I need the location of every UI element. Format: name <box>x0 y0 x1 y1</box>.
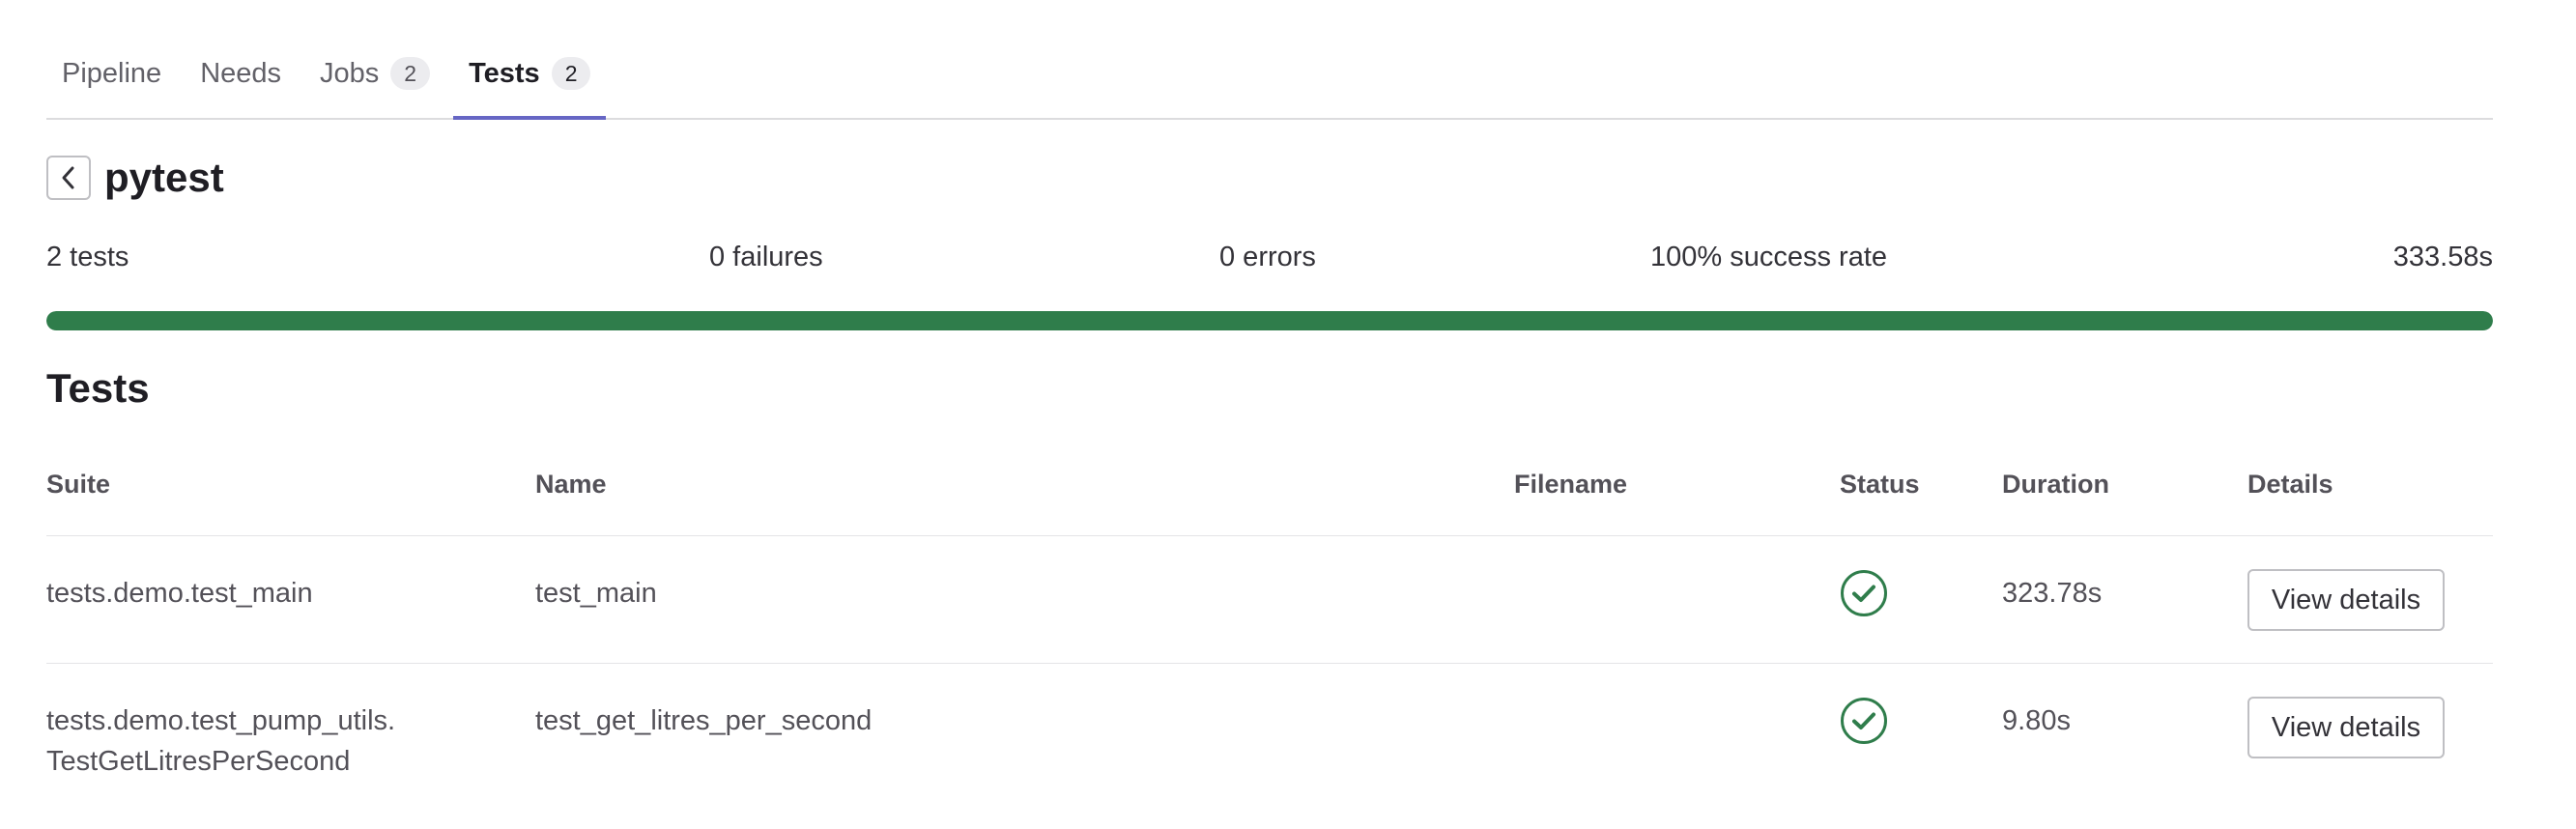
tab-label: Pipeline <box>62 57 162 89</box>
suite-text: tests.demo.test_pump_utils. <box>46 705 396 736</box>
suite-text: tests.demo.test_main <box>46 578 313 609</box>
view-details-button[interactable]: View details <box>2247 697 2445 758</box>
summary-tests-count: 2 tests <box>46 242 129 272</box>
summary-errors: 0 errors <box>1219 242 1316 272</box>
suite-cell: tests.demo.test_pump_utils. TestGetLitre… <box>46 700 395 782</box>
duration-cell: 9.80s <box>2002 705 2071 736</box>
column-header-duration: Duration <box>2002 470 2109 499</box>
tab-jobs[interactable]: Jobs 2 <box>304 29 445 118</box>
table-row: tests.demo.test_main test_main 323.78s V… <box>46 536 2493 664</box>
check-circle-icon <box>1841 570 1887 616</box>
tab-label: Jobs <box>320 57 380 89</box>
test-summary: 2 tests 0 failures 0 errors 100% success… <box>46 242 2493 280</box>
tab-count-badge: 2 <box>390 57 431 90</box>
tab-needs[interactable]: Needs <box>185 29 297 118</box>
duration-cell: 323.78s <box>2002 578 2103 609</box>
check-circle-icon <box>1841 698 1887 744</box>
suite-title: pytest <box>104 155 224 200</box>
success-progress-bar <box>46 311 2493 330</box>
view-details-button[interactable]: View details <box>2247 569 2445 631</box>
test-name-cell: test_get_litres_per_second <box>535 705 873 736</box>
suite-cell: tests.demo.test_main <box>46 573 313 614</box>
back-button[interactable] <box>46 156 91 200</box>
suite-header: pytest <box>46 155 224 201</box>
success-progress-fill <box>46 311 2493 330</box>
column-header-status: Status <box>1840 470 1920 499</box>
tab-label: Needs <box>200 57 282 89</box>
test-report-page: Pipeline Needs Jobs 2 Tests 2 pytest 2 t… <box>0 0 2576 829</box>
tab-tests[interactable]: Tests 2 <box>453 29 607 120</box>
tests-heading: Tests <box>46 365 150 411</box>
tab-label: Tests <box>469 57 540 89</box>
summary-duration: 333.58s <box>2392 242 2493 272</box>
column-header-details: Details <box>2247 470 2333 499</box>
pipeline-tabs: Pipeline Needs Jobs 2 Tests 2 <box>46 29 2493 120</box>
suite-text-continued: TestGetLitresPerSecond <box>46 746 351 777</box>
table-row: tests.demo.test_pump_utils. TestGetLitre… <box>46 664 2493 791</box>
table-header: Suite Name Filename Status Duration Deta… <box>46 454 2493 536</box>
column-header-filename: Filename <box>1514 470 1628 499</box>
column-header-suite: Suite <box>46 470 111 499</box>
test-name-cell: test_main <box>535 578 657 609</box>
tab-count-badge: 2 <box>551 57 591 90</box>
column-header-name: Name <box>535 470 607 499</box>
summary-failures: 0 failures <box>709 242 823 272</box>
tests-table: Suite Name Filename Status Duration Deta… <box>46 454 2493 791</box>
summary-success-rate: 100% success rate <box>1650 242 1888 272</box>
chevron-left-icon <box>62 166 74 189</box>
tab-pipeline[interactable]: Pipeline <box>46 29 177 118</box>
